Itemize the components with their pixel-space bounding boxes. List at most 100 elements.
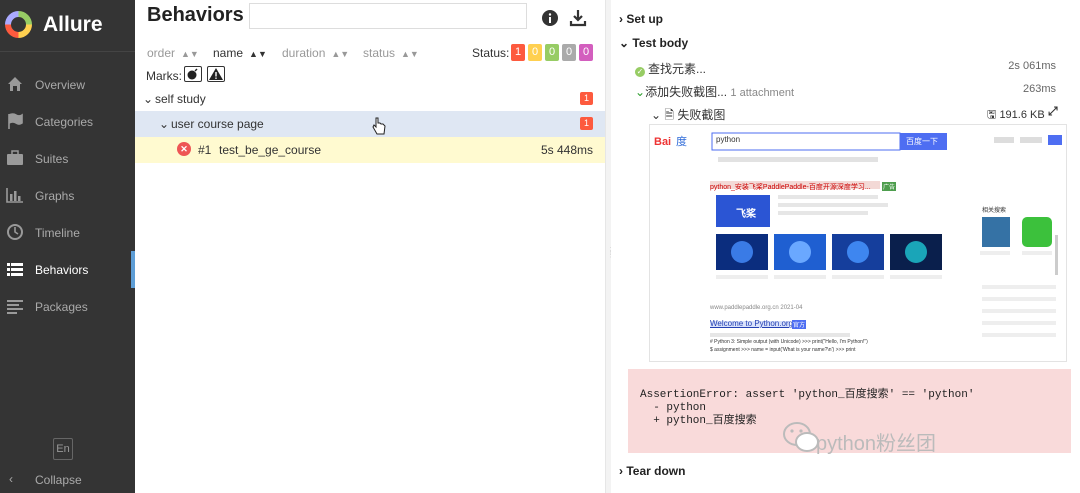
- sort-arrows-icon: ▲▼: [249, 49, 267, 59]
- sidebar-item-categories[interactable]: Categories: [0, 103, 135, 140]
- app-name: Allure: [43, 13, 103, 36]
- result-snippet: # Python 3: Simple output (with Unicode)…: [710, 339, 868, 345]
- result-badge: 广告: [882, 182, 897, 191]
- sidebar-item-graphs[interactable]: Graphs: [0, 177, 135, 214]
- chevron-down-icon: ⌄: [159, 117, 170, 131]
- allure-report-app: Allure Overview Categories Suites Graphs…: [0, 0, 1080, 493]
- sort-order[interactable]: order ▲▼: [147, 46, 199, 60]
- step-label: 添加失败截图...: [645, 85, 728, 99]
- test-name: test_be_ge_course: [219, 143, 322, 157]
- chevron-down-icon: ⌄: [635, 85, 646, 99]
- search-query: python: [716, 135, 741, 144]
- search-input[interactable]: [249, 3, 527, 29]
- paddle-logo-text: 飞桨: [736, 209, 756, 220]
- sidebar-item-behaviors[interactable]: Behaviors: [0, 251, 135, 288]
- sort-status-label: status: [363, 46, 396, 60]
- status-passed-badge[interactable]: 0: [545, 44, 559, 61]
- behaviors-pane: Behaviors order ▲▼ name ▲▼ duration ▲▼ stat…: [135, 0, 605, 493]
- sort-arrows-icon: ▲▼: [401, 49, 419, 59]
- known-issue-mark-toggle[interactable]: [207, 66, 225, 82]
- attachment-size-value: 191.6 KB: [999, 109, 1045, 121]
- clock-icon: [7, 224, 23, 240]
- error-line: AssertionError: assert 'python_百度搜索' == …: [640, 389, 975, 401]
- test-body-section[interactable]: ⌄ Test body: [619, 36, 688, 50]
- result-title-2: Welcome to Python.org: [710, 319, 794, 328]
- sidebar-item-timeline[interactable]: Timeline: [0, 214, 135, 251]
- bar-chart-icon: [6, 188, 23, 203]
- sidebar-item-label: Timeline: [35, 226, 80, 240]
- test-result-row[interactable]: ✕ #1 test_be_ge_course 5s 448ms: [135, 137, 605, 163]
- svg-text:Bai: Bai: [654, 136, 671, 148]
- sidebar-item-packages[interactable]: Packages: [0, 288, 135, 325]
- failed-count-badge: 1: [580, 117, 593, 130]
- watermark-text: python粉丝团: [816, 433, 937, 455]
- app-logo[interactable]: Allure: [0, 0, 135, 52]
- test-detail-pane: › Set up ⌄ Test body ✓ 查找元素... 2s 061ms ⌄…: [611, 0, 1080, 493]
- flaky-mark-toggle[interactable]: [184, 66, 202, 82]
- sidebar-item-suites[interactable]: Suites: [0, 140, 135, 177]
- step-time: 263ms: [1022, 83, 1056, 95]
- sidebar: Allure Overview Categories Suites Graphs…: [0, 0, 135, 493]
- test-index: #1: [198, 143, 212, 157]
- sort-duration[interactable]: duration ▲▼: [282, 46, 349, 60]
- tree-node-feature[interactable]: ⌄ user course page 1: [135, 111, 605, 137]
- allure-logo-icon: [5, 11, 32, 38]
- failed-count-badge: 1: [580, 92, 593, 105]
- sidebar-item-label: Overview: [35, 78, 86, 92]
- save-icon[interactable]: 🖫: [987, 109, 996, 121]
- step-time: 2s 061ms: [1008, 60, 1056, 72]
- sort-status[interactable]: status ▲▼: [363, 46, 419, 60]
- tree-node-epic[interactable]: ⌄ self study 1: [135, 86, 605, 112]
- sidebar-item-label: Behaviors: [35, 263, 89, 277]
- sidebar-item-label: Graphs: [35, 189, 75, 203]
- test-body-label: Test body: [632, 36, 689, 50]
- download-icon[interactable]: [569, 9, 587, 27]
- collapse-label: Collapse: [35, 473, 82, 487]
- tree-node-label: self study: [155, 92, 206, 106]
- status-unknown-badge[interactable]: 0: [579, 44, 593, 61]
- result-title: python_安装飞桨PaddlePaddle-百度开源深度学习...: [710, 184, 871, 191]
- sort-name-label: name: [213, 46, 244, 60]
- chevron-left-icon: ‹: [9, 472, 13, 486]
- hand-cursor-icon: [372, 117, 386, 135]
- result-snippet: $ assignment >>> name = input('What is y…: [710, 347, 856, 353]
- wechat-logo-icon: [783, 422, 819, 452]
- sort-name[interactable]: name ▲▼: [213, 46, 267, 60]
- teardown-label: Tear down: [626, 464, 686, 478]
- search-button-label: 百度一下: [906, 137, 938, 146]
- attachment-size: 🖫 191.6 KB: [987, 106, 1045, 125]
- setup-label: Set up: [626, 12, 664, 26]
- attachment-count: 1 attachment: [730, 87, 795, 99]
- tree-node-label: user course page: [171, 117, 264, 131]
- status-failed-badge[interactable]: 1: [511, 44, 525, 61]
- test-duration: 5s 448ms: [540, 143, 593, 157]
- bomb-icon: [187, 68, 198, 80]
- teardown-section[interactable]: › Tear down: [619, 464, 685, 478]
- info-icon[interactable]: [542, 10, 558, 26]
- chevron-right-icon: ›: [619, 464, 623, 478]
- sort-order-label: order: [147, 46, 176, 60]
- collapse-button[interactable]: ‹ Collapse: [0, 470, 135, 490]
- sidebar-item-label: Packages: [35, 300, 88, 314]
- sidebar-item-overview[interactable]: Overview: [0, 66, 135, 103]
- status-filter-label: Status:: [472, 46, 510, 60]
- image-file-icon: 🗎: [664, 108, 675, 122]
- language-button[interactable]: En: [53, 438, 73, 460]
- flag-icon: [8, 113, 23, 129]
- home-icon: [8, 77, 22, 91]
- expand-icon[interactable]: ⤢: [1048, 104, 1058, 119]
- status-skipped-badge[interactable]: 0: [562, 44, 576, 61]
- list-icon: [7, 263, 23, 276]
- briefcase-icon: [7, 150, 23, 165]
- status-broken-badge[interactable]: 0: [528, 44, 542, 61]
- attachment-name: 失败截图: [677, 108, 726, 122]
- chevron-down-icon: ⌄: [143, 92, 154, 106]
- setup-section[interactable]: › Set up: [619, 12, 663, 26]
- passed-check-icon: ✓: [635, 67, 645, 77]
- chevron-down-icon: ⌄: [619, 36, 630, 50]
- step-row[interactable]: ✓ 查找元素...: [635, 60, 706, 77]
- sort-arrows-icon: ▲▼: [331, 49, 350, 59]
- attachment-screenshot: Bai 度 python 百度一下 python_安装飞桨PaddlePaddl…: [649, 124, 1067, 362]
- step-row[interactable]: ⌄添加失败截图... 1 attachment: [635, 83, 794, 100]
- svg-text:度: 度: [676, 134, 687, 148]
